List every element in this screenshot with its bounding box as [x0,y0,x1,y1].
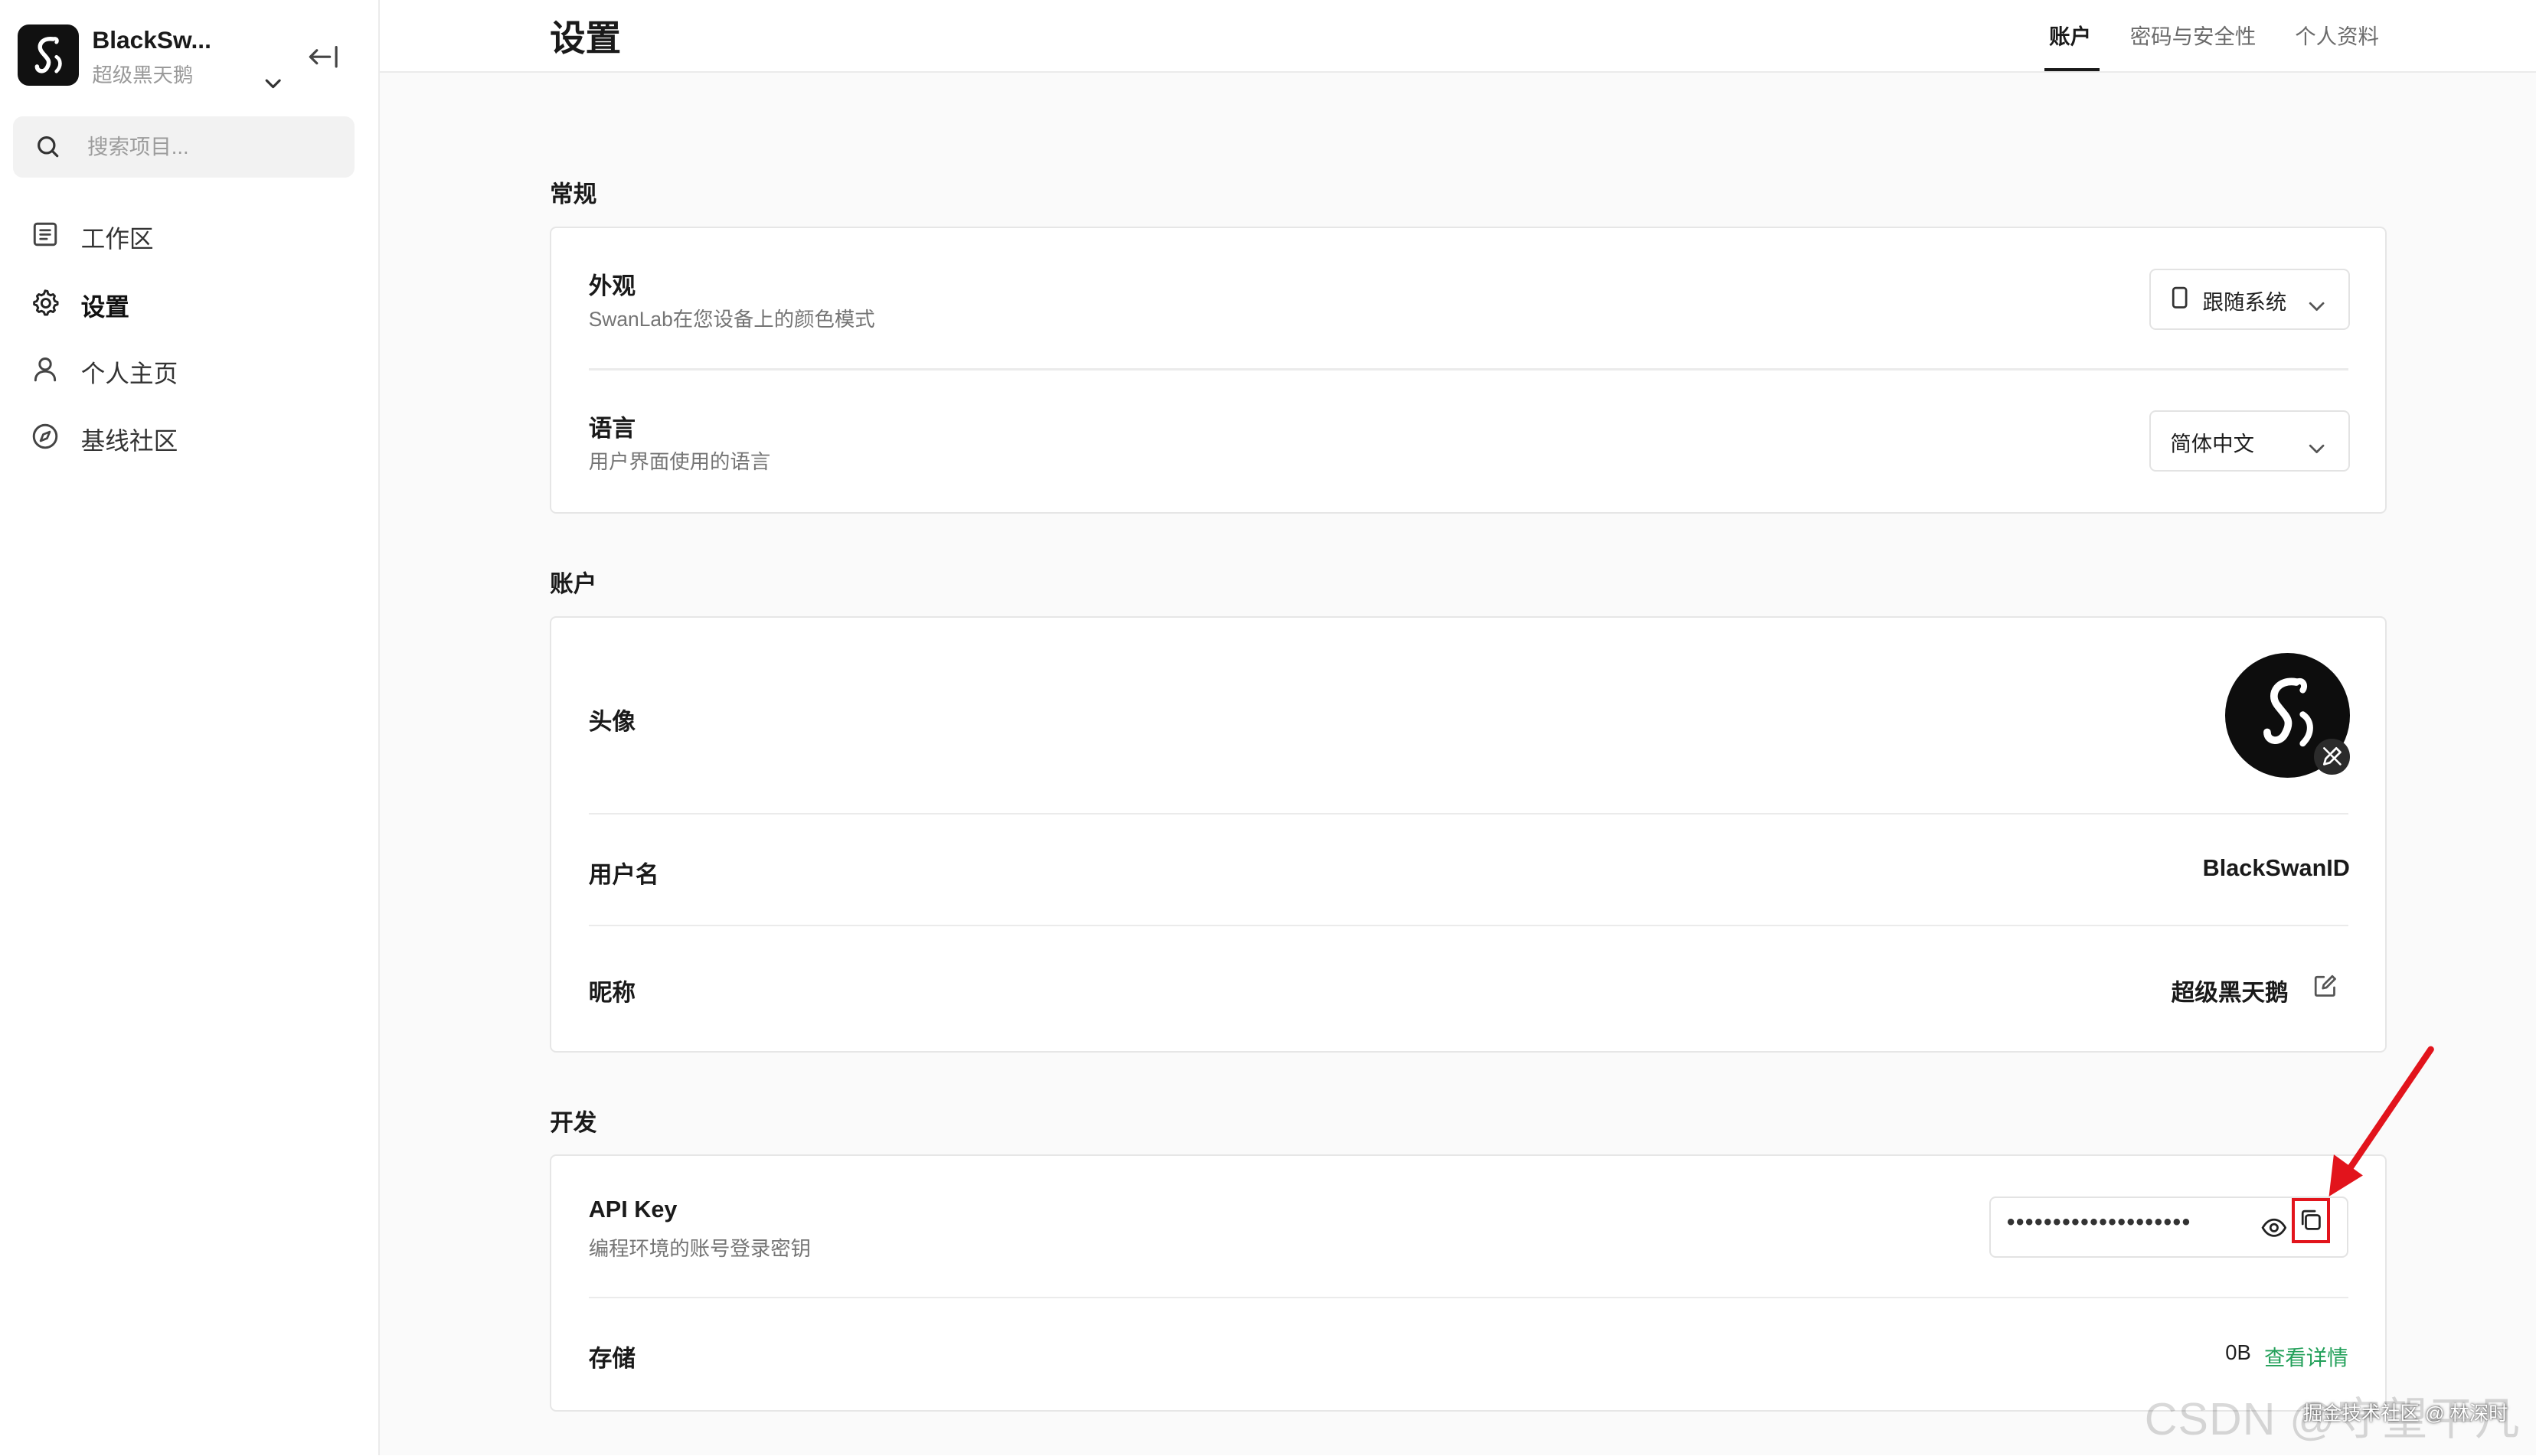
sidebar-item-label: 基线社区 [80,427,178,455]
nickname-value: 超级黑天鹅 [2171,980,2289,1007]
swanlab-logo-icon [18,24,80,86]
search-icon [35,134,61,167]
appearance-select-value: 跟随系统 [2202,289,2287,314]
edit-avatar-button[interactable] [2314,739,2350,775]
sidebar-item-profile[interactable]: 个人主页 [13,340,355,398]
settings-main: 常规 外观 SwanLab在您设备上的颜色模式 跟随系统 语言 用户界面使用的语… [380,73,2536,1455]
document-icon [31,220,60,256]
edit-nickname-button[interactable] [2312,973,2338,1006]
chevron-down-icon [2308,291,2325,321]
section-title-general: 常规 [550,181,597,208]
appearance-select[interactable]: 跟随系统 [2149,268,2350,330]
nickname-label: 昵称 [588,980,636,1007]
phone-icon [2170,286,2189,316]
general-card: 外观 SwanLab在您设备上的颜色模式 跟随系统 语言 用户界面使用的语言 简… [550,226,2387,514]
workspace-switcher[interactable]: BlackSw... 超级黑天鹅 [18,24,292,88]
collapse-sidebar-button[interactable] [306,39,341,74]
language-label: 语言 [588,416,636,442]
username-value: BlackSwanID [2202,855,2350,882]
sidebar-item-label: 设置 [80,292,129,321]
user-icon [31,354,60,390]
watermark-juejin: 掘金技术社区 @ 林深时 [2302,1403,2508,1425]
development-card: API Key 编程环境的账号登录密钥 •••••••••••••••••••• [550,1154,2387,1412]
username-label: 用户名 [588,862,659,889]
workspace-name: BlackSw... [92,25,211,54]
avatar-label: 头像 [588,708,636,735]
language-select-value: 简体中文 [2170,432,2255,456]
tab-personal-info[interactable]: 个人资料 [2295,19,2379,50]
page-title: 设置 [550,18,622,58]
sidebar-item-label: 个人主页 [80,359,178,387]
avatar[interactable] [2225,653,2350,778]
copy-api-key-button[interactable] [2291,1197,2331,1244]
section-title-development: 开发 [550,1109,597,1136]
gear-icon [31,288,60,324]
divider [588,1296,2348,1298]
api-key-masked-value: •••••••••••••••••••• [2006,1209,2191,1235]
sidebar-item-workspace[interactable]: 工作区 [13,205,355,263]
language-description: 用户界面使用的语言 [588,449,771,473]
sidebar-item-community[interactable]: 基线社区 [13,407,355,465]
api-key-description: 编程环境的账号登录密钥 [588,1237,811,1261]
edit-icon [2312,975,2338,1005]
tab-account[interactable]: 账户 [2049,19,2091,50]
divider [588,813,2348,815]
app-window: BlackSw... 超级黑天鹅 搜索项目... 工作区 设置 个人主页 基线社… [0,0,2536,1455]
tab-password-security[interactable]: 密码与安全性 [2130,19,2257,50]
section-title-account: 账户 [550,571,597,598]
account-card: 头像 用户名 BlackSwanID 昵称 超级黑天鹅 [550,615,2387,1053]
page-header: 设置 账户 密码与安全性 个人资料 [380,0,2536,73]
divider [588,925,2348,927]
chevron-down-icon [2308,433,2325,463]
appearance-label: 外观 [588,273,636,300]
sidebar-item-label: 工作区 [80,225,154,253]
show-api-key-button[interactable] [2261,1216,2287,1245]
search-box [12,116,355,178]
divider [588,368,2348,371]
chevron-down-icon [263,68,283,98]
collapse-sidebar-icon [306,45,341,80]
storage-details-link[interactable]: 查看详情 [2264,1340,2348,1371]
search-input[interactable] [87,116,346,178]
sidebar: BlackSw... 超级黑天鹅 搜索项目... 工作区 设置 个人主页 基线社… [0,0,381,1455]
compass-icon [31,422,60,458]
sidebar-item-settings[interactable]: 设置 [13,273,355,331]
workspace-subtitle: 超级黑天鹅 [92,64,194,87]
appearance-description: SwanLab在您设备上的颜色模式 [588,307,875,331]
active-tab-indicator [2044,67,2100,71]
language-select[interactable]: 简体中文 [2149,410,2350,472]
storage-value: 0B [2225,1340,2251,1364]
api-key-field: •••••••••••••••••••• [1989,1196,2348,1258]
eye-icon [2261,1216,2287,1245]
api-key-label: API Key [588,1196,678,1223]
storage-label: 存储 [588,1345,636,1372]
